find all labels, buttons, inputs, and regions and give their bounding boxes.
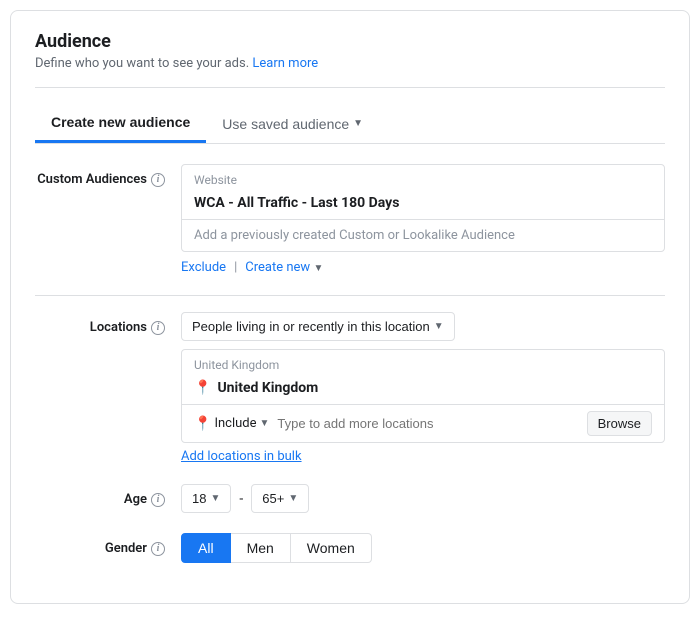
ca-actions: Exclude | Create new ▼ xyxy=(181,260,665,275)
include-dropdown[interactable]: 📍 Include ▼ xyxy=(194,416,269,432)
age-row: Age i 18 ▼ - 65+ ▼ xyxy=(35,484,665,513)
location-search-box: United Kingdom 📍 United Kingdom 📍 Includ… xyxy=(181,349,665,443)
gender-button-group: All Men Women xyxy=(181,533,665,563)
ca-selected-item: WCA - All Traffic - Last 180 Days xyxy=(182,191,664,219)
location-hint: United Kingdom xyxy=(182,350,664,376)
header-divider xyxy=(35,87,665,88)
locations-type-dropdown-button[interactable]: People living in or recently in this loc… xyxy=(181,312,455,341)
location-pin-icon: 📍 xyxy=(194,380,211,396)
locations-info-icon[interactable]: i xyxy=(151,321,165,335)
age-separator: - xyxy=(239,491,243,507)
browse-button[interactable]: Browse xyxy=(587,411,652,436)
custom-audiences-info-icon[interactable]: i xyxy=(151,173,165,187)
location-search-input[interactable] xyxy=(277,416,578,431)
age-selectors: 18 ▼ - 65+ ▼ xyxy=(181,484,665,513)
include-pin-icon: 📍 xyxy=(194,416,211,432)
learn-more-link[interactable]: Learn more xyxy=(252,56,318,71)
ca-exclude-link[interactable]: Exclude xyxy=(181,260,226,275)
page-subtitle: Define who you want to see your ads. Lea… xyxy=(35,56,665,71)
middle-divider xyxy=(35,295,665,296)
locations-label: Locations i xyxy=(35,312,165,335)
location-input-row: 📍 Include ▼ Browse xyxy=(182,404,664,442)
audience-header: Audience Define who you want to see your… xyxy=(35,31,665,71)
ca-website-label: Website xyxy=(182,165,664,191)
create-new-dropdown-arrow: ▼ xyxy=(313,263,323,274)
age-max-arrow: ▼ xyxy=(288,493,298,504)
page-title: Audience xyxy=(35,31,665,52)
gender-label: Gender i xyxy=(35,533,165,556)
gender-info-icon[interactable]: i xyxy=(151,542,165,556)
locations-type-dropdown: People living in or recently in this loc… xyxy=(181,312,665,341)
ca-placeholder[interactable]: Add a previously created Custom or Looka… xyxy=(182,219,664,251)
gender-all-button[interactable]: All xyxy=(181,533,231,563)
custom-audiences-row: Custom Audiences i Website WCA - All Tra… xyxy=(35,164,665,275)
tabs-container: Create new audience Use saved audience ▼ xyxy=(35,104,665,144)
include-dropdown-arrow: ▼ xyxy=(260,418,270,429)
locations-row: Locations i People living in or recently… xyxy=(35,312,665,464)
gender-row: Gender i All Men Women xyxy=(35,533,665,563)
age-max-dropdown[interactable]: 65+ ▼ xyxy=(251,484,309,513)
locations-dropdown-arrow: ▼ xyxy=(434,321,444,332)
age-label: Age i xyxy=(35,484,165,507)
gender-content: All Men Women xyxy=(181,533,665,563)
custom-audience-box: Website WCA - All Traffic - Last 180 Day… xyxy=(181,164,665,252)
locations-content: People living in or recently in this loc… xyxy=(181,312,665,464)
tab-use-saved-audience[interactable]: Use saved audience ▼ xyxy=(206,104,379,143)
custom-audiences-content: Website WCA - All Traffic - Last 180 Day… xyxy=(181,164,665,275)
ca-create-new-link[interactable]: Create new ▼ xyxy=(245,260,323,275)
age-content: 18 ▼ - 65+ ▼ xyxy=(181,484,665,513)
add-bulk-link[interactable]: Add locations in bulk xyxy=(181,449,665,464)
location-selected: 📍 United Kingdom xyxy=(182,376,664,404)
use-saved-dropdown-arrow: ▼ xyxy=(353,118,363,129)
age-min-arrow: ▼ xyxy=(210,493,220,504)
tab-create-new-audience[interactable]: Create new audience xyxy=(35,104,206,143)
age-min-dropdown[interactable]: 18 ▼ xyxy=(181,484,231,513)
age-info-icon[interactable]: i xyxy=(151,493,165,507)
gender-men-button[interactable]: Men xyxy=(231,533,291,563)
custom-audiences-label: Custom Audiences i xyxy=(35,164,165,187)
gender-women-button[interactable]: Women xyxy=(291,533,372,563)
